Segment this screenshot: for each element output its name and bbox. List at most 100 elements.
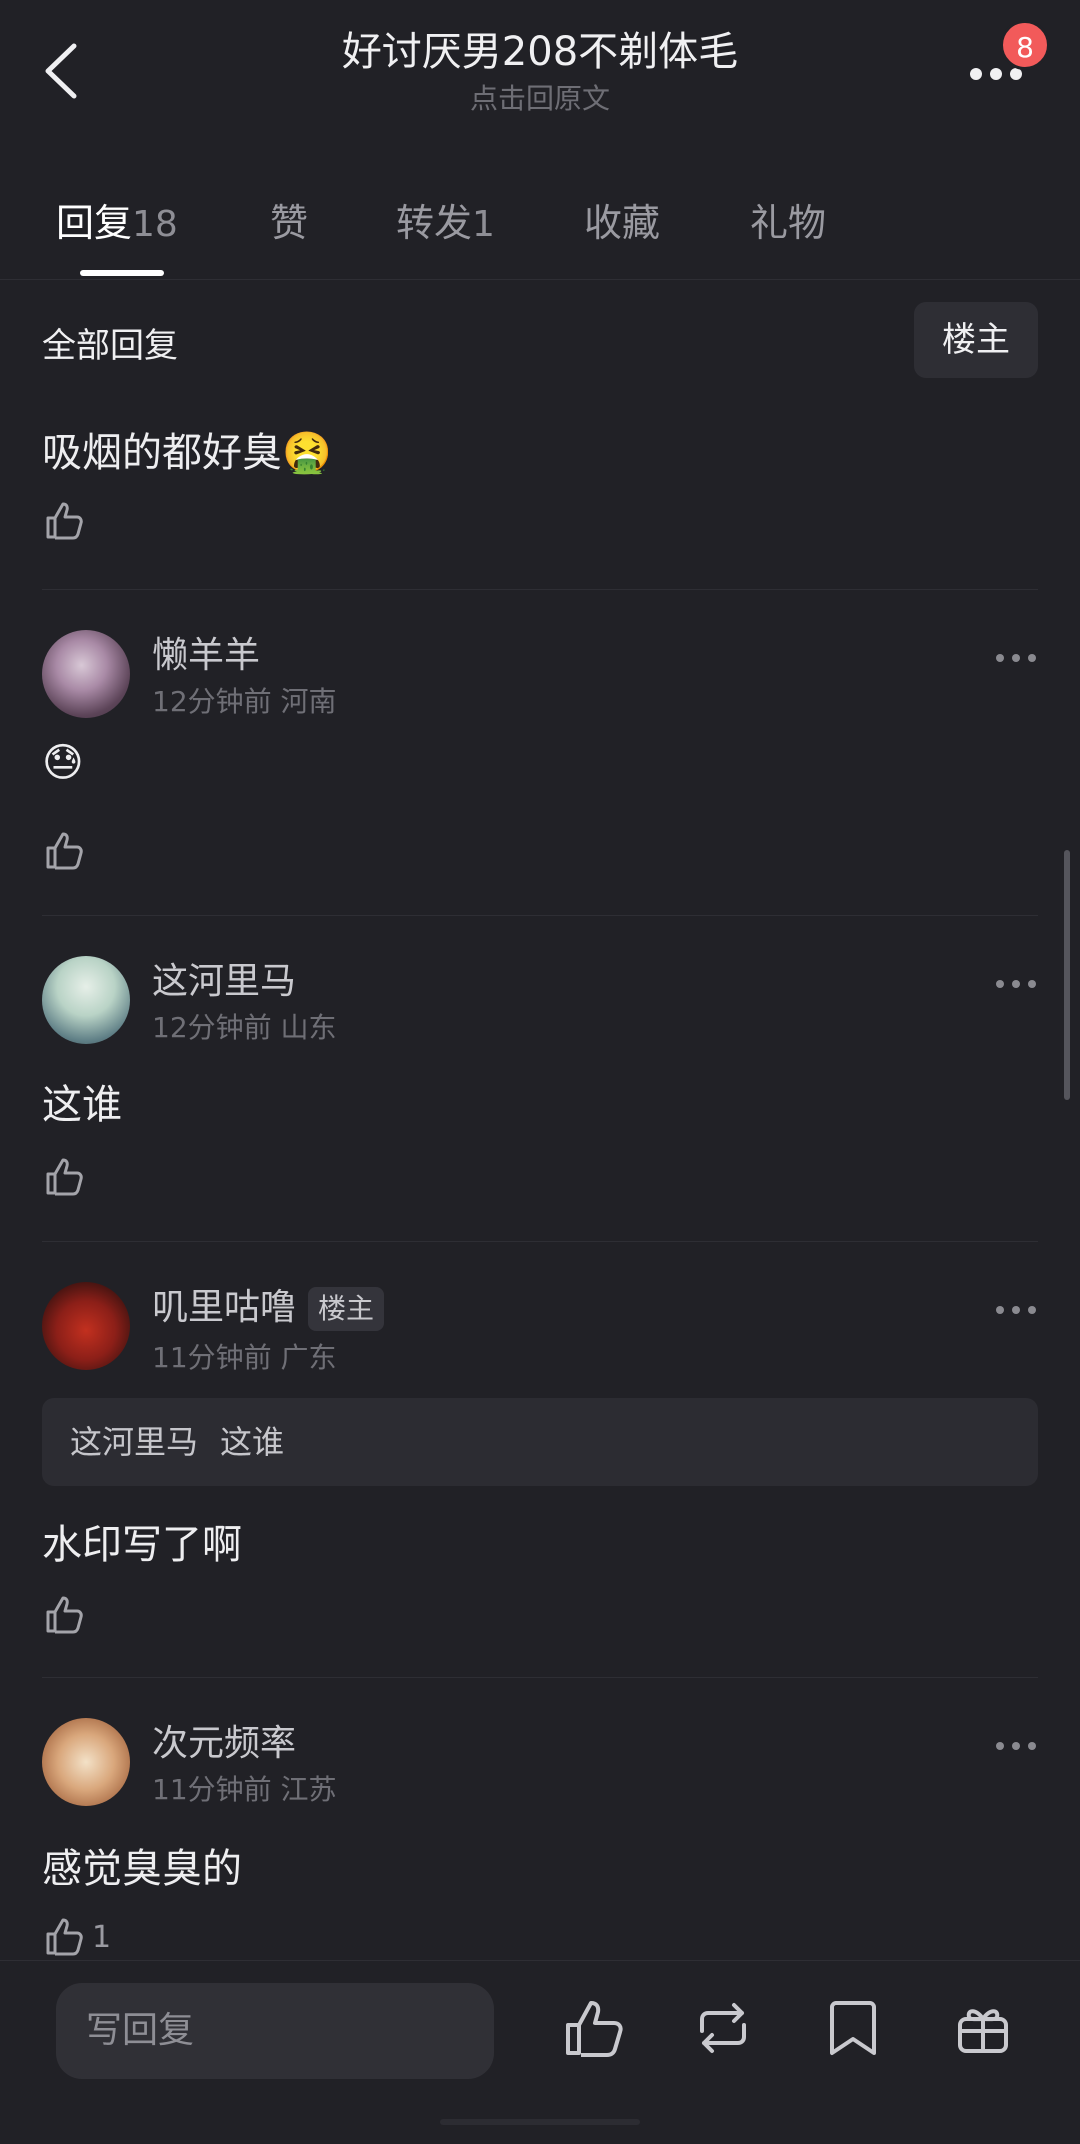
tab-replies[interactable]: 回复18 [56,192,178,247]
more-dot [1028,980,1036,988]
reply-location: 广东 [280,1341,337,1374]
username-text: 叽里咕噜 [152,1287,297,1328]
more-dot [1012,654,1020,662]
notification-badge: 8 [1000,20,1050,70]
tab-reposts[interactable]: 转发1 [396,192,495,247]
tab-label: 回复 [56,201,133,245]
reply-item: 吸烟的都好臭🤮 [0,390,1080,590]
reply-meta: 12分钟前 河南 [152,680,337,720]
home-indicator [440,2119,640,2125]
reply-content: 吸烟的都好臭🤮 [42,430,332,476]
more-dots-icon [996,1306,1004,1314]
reply-more-button[interactable] [996,648,1040,668]
reply-more-button[interactable] [996,1736,1040,1756]
like-count: 1 [92,1920,112,1955]
back-to-original-link[interactable]: 点击回原文 [200,82,880,116]
more-dots-icon [996,980,1004,988]
more-dot [1010,68,1022,80]
reply-input[interactable]: 写回复 [56,1983,494,2079]
reply-content: 这谁 [42,1082,122,1128]
bookmark-button[interactable] [818,1993,888,2063]
bookmark-icon [830,2001,876,2055]
tab-label: 赞 [270,201,309,245]
more-dots-icon [996,654,1004,662]
reply-location: 河南 [280,685,337,718]
thumbs-up-icon [46,502,83,540]
tab-gifts[interactable]: 礼物 [750,192,826,247]
more-dot [1028,1306,1036,1314]
reply-more-button[interactable] [996,1300,1040,1320]
tab-label: 礼物 [750,201,827,245]
tab-count: 18 [132,204,178,245]
tab-likes[interactable]: 赞 [270,192,308,247]
more-dot [1012,980,1020,988]
avatar[interactable] [42,630,130,718]
thumbs-up-icon [46,1158,83,1196]
op-filter-button[interactable]: 楼主 [914,302,1038,378]
quoted-username: 这河里马 [70,1423,199,1461]
username[interactable]: 次元频率 [152,1714,296,1766]
quoted-text: 这谁 [220,1423,285,1461]
avatar[interactable] [42,1718,130,1806]
reply-item: 次元频率 11分钟前 江苏 感觉臭臭的 1 [0,1678,1080,1960]
like-button[interactable] [42,498,102,548]
thumbs-up-icon [46,1918,83,1956]
repost-icon [700,2003,746,2053]
page-title: 好讨厌男208不剃体毛 [341,29,739,75]
op-badge: 楼主 [308,1287,385,1331]
username[interactable]: 这河里马 [152,952,296,1004]
more-dot [1028,654,1036,662]
bottom-action-bar: 写回复 [0,1960,1080,2144]
reply-time: 11分钟前 [152,1773,272,1806]
chevron-left-icon [45,43,77,99]
more-dot [1012,1306,1020,1314]
avatar[interactable] [42,1282,130,1370]
more-dot [1012,1742,1020,1750]
username[interactable]: 叽里咕噜 楼主 [152,1278,385,1331]
reply-content: 😓 [42,740,84,786]
thumbs-up-icon [566,2001,623,2057]
like-button[interactable] [42,1592,102,1642]
more-dot [990,68,1002,80]
avatar[interactable] [42,956,130,1044]
tab-favorites[interactable]: 收藏 [584,192,660,247]
tab-label: 收藏 [584,201,661,245]
reply-more-button[interactable] [996,974,1040,994]
like-button[interactable] [42,1154,102,1204]
repost-button[interactable] [688,1993,758,2063]
reply-time: 12分钟前 [152,1011,272,1044]
more-dots-icon [970,68,982,80]
reply-time: 12分钟前 [152,685,272,718]
section-title: 全部回复 [42,326,178,366]
tab-count: 1 [472,204,495,245]
reply-content: 水印写了啊 [42,1522,242,1568]
reply-meta: 12分钟前 山东 [152,1006,337,1046]
reply-location: 山东 [280,1011,337,1044]
reply-meta: 11分钟前 广东 [152,1336,337,1376]
gift-icon [958,2009,1008,2053]
reply-item: 懒羊羊 12分钟前 河南 😓 [0,590,1080,916]
active-tab-indicator [80,270,164,276]
username[interactable]: 懒羊羊 [152,626,260,678]
reply-content: 感觉臭臭的 [42,1846,242,1892]
section-header: 全部回复 楼主 [0,300,1080,380]
gift-button[interactable] [948,1993,1018,2063]
quoted-reply[interactable]: 这河里马 这谁 [42,1398,1038,1486]
reply-item: 叽里咕噜 楼主 11分钟前 广东 这河里马 这谁 水印写了啊 [0,1242,1080,1678]
title-area[interactable]: 好讨厌男208不剃体毛 点击回原文 [200,24,880,116]
reply-location: 江苏 [280,1773,337,1806]
like-button[interactable] [42,828,102,878]
reply-item: 这河里马 12分钟前 山东 这谁 [0,916,1080,1242]
thumbs-up-icon [46,832,83,870]
more-dots-icon [996,1742,1004,1750]
scrollbar[interactable] [1064,850,1070,1100]
like-post-button[interactable] [558,1993,628,2063]
reply-time: 11分钟前 [152,1341,272,1374]
thumbs-up-icon [46,1596,83,1634]
tab-bar: 回复18 赞 转发1 收藏 礼物 [0,180,1080,280]
reply-meta: 11分钟前 江苏 [152,1768,337,1808]
back-button[interactable] [36,36,96,106]
more-dot [1028,1742,1036,1750]
tab-label: 转发 [396,201,473,245]
top-bar: 好讨厌男208不剃体毛 点击回原文 8 [0,0,1080,150]
